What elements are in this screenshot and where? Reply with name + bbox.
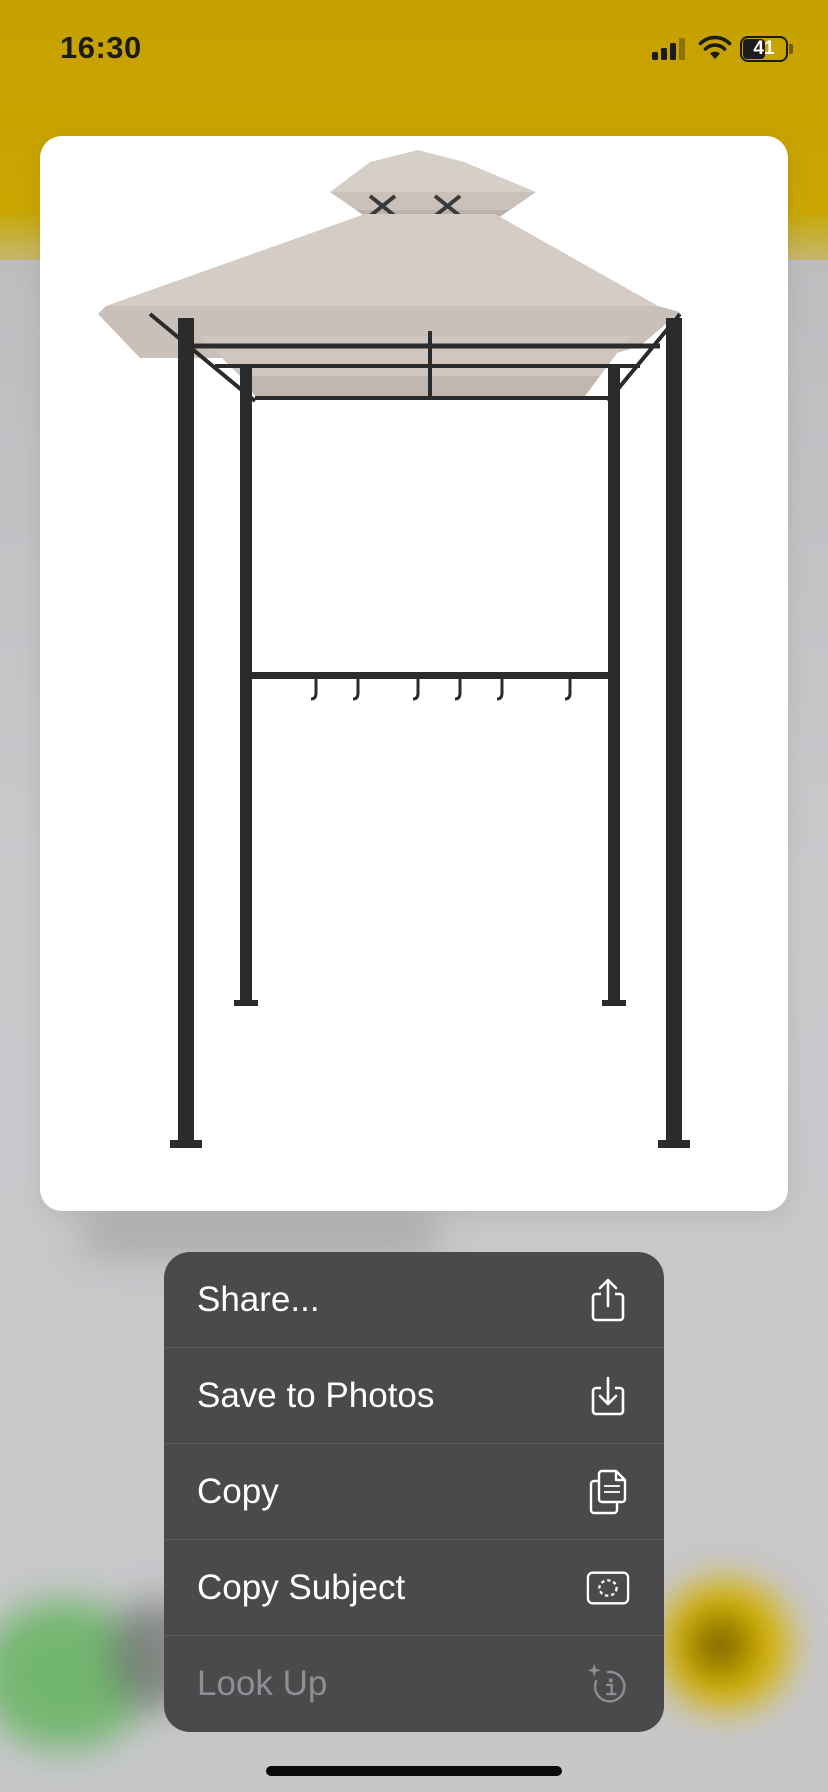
background-blur-shape <box>80 1215 440 1255</box>
menu-item-label: Save to Photos <box>197 1376 435 1415</box>
menu-item-share[interactable]: Share... <box>164 1252 664 1348</box>
visual-look-up-icon <box>586 1662 630 1706</box>
gazebo-image <box>98 150 690 1148</box>
copy-subject-icon <box>586 1566 630 1610</box>
menu-item-copy[interactable]: Copy <box>164 1444 664 1540</box>
menu-item-save-to-photos[interactable]: Save to Photos <box>164 1348 664 1444</box>
battery-icon: 41 <box>740 36 794 62</box>
battery-level: 41 <box>753 38 775 59</box>
menu-item-look-up[interactable]: Look Up <box>164 1636 664 1732</box>
menu-item-label: Copy <box>197 1472 279 1511</box>
context-menu: Share... Save to Photos Copy Copy Subjec… <box>164 1252 664 1732</box>
image-preview-card <box>40 136 788 1211</box>
copy-icon <box>586 1469 630 1515</box>
menu-item-copy-subject[interactable]: Copy Subject <box>164 1540 664 1636</box>
status-time: 16:30 <box>60 30 142 65</box>
cellular-signal-icon <box>652 38 685 60</box>
menu-item-label: Copy Subject <box>197 1568 406 1607</box>
home-indicator[interactable] <box>266 1766 562 1776</box>
save-to-photos-icon <box>586 1374 630 1418</box>
wifi-icon <box>698 35 732 59</box>
menu-item-label: Share... <box>197 1280 320 1319</box>
background-blur-shape <box>690 1615 750 1675</box>
menu-item-label: Look Up <box>197 1664 328 1703</box>
status-bar: 16:30 41 <box>0 0 828 100</box>
share-icon <box>586 1278 630 1322</box>
